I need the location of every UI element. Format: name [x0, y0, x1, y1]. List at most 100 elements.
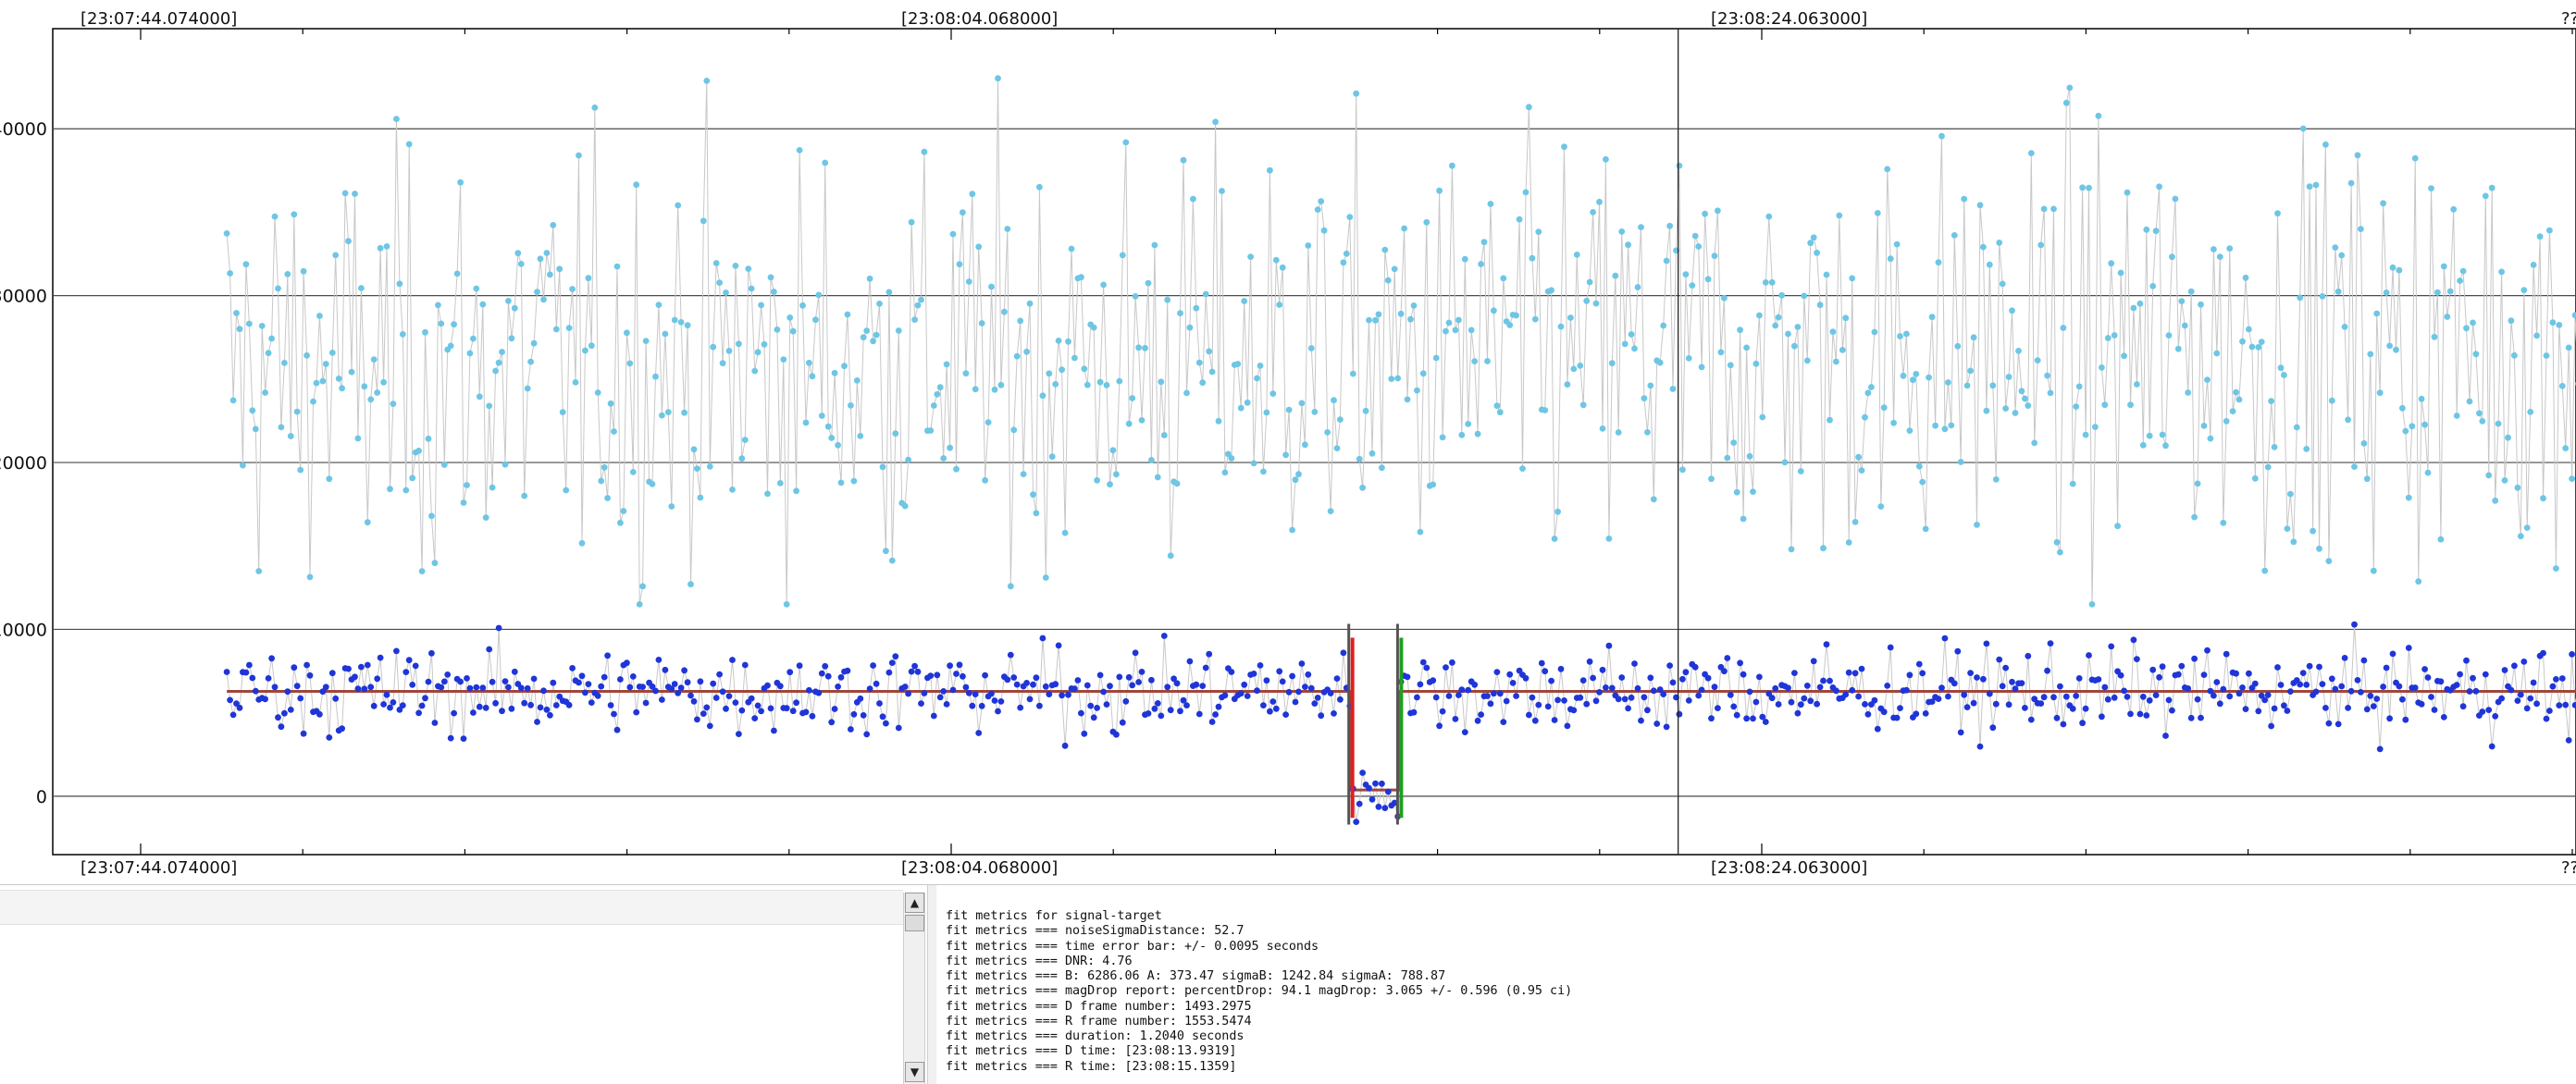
series-1-point: [1333, 445, 1341, 451]
series-2-point: [1116, 673, 1123, 681]
series-2-point: [1307, 684, 1315, 692]
series-2-point: [751, 715, 759, 721]
series-1-point: [470, 335, 477, 342]
series-1-point: [508, 335, 515, 342]
series-1-point: [607, 400, 614, 407]
series-2-point: [857, 695, 864, 702]
series-2-point: [457, 678, 464, 685]
series-2-point: [2428, 694, 2434, 700]
series-2-point: [694, 716, 700, 723]
series-2-point: [1874, 725, 1881, 733]
series-1-point: [1868, 384, 1875, 390]
series-2-point: [1852, 670, 1859, 677]
plot-frame[interactable]: [52, 28, 2576, 856]
series-2-point: [2530, 679, 2537, 686]
series-1-point: [1353, 90, 1360, 97]
series-1-point: [453, 270, 461, 277]
series-1-point: [1756, 312, 1763, 319]
series-1-point: [1992, 476, 2000, 483]
series-2-point: [936, 694, 944, 701]
series-1-point: [1913, 371, 1920, 377]
plot-panel[interactable]: 0 10000 20000 30000 40000 [23:07:44.074000] [2…: [0, 0, 2576, 884]
left-scrollbar[interactable]: ▲ ▼: [903, 893, 925, 1084]
series-2-point: [1845, 669, 1852, 676]
y-tick-label: 30000: [0, 287, 47, 307]
series-1-point: [1910, 376, 1916, 384]
series-1-point: [1295, 471, 1302, 478]
series-2-point: [764, 682, 771, 689]
series-1-point: [1180, 156, 1187, 164]
series-1-point: [2553, 565, 2559, 572]
series-1-point: [2281, 372, 2287, 378]
series-1-point: [2143, 226, 2150, 233]
series-1-point: [617, 519, 624, 526]
series-1-point: [1119, 252, 1126, 259]
series-1-point: [995, 75, 1001, 82]
series-1-point: [2334, 288, 2342, 295]
series-1-point: [1980, 243, 1987, 251]
series-1-point: [2501, 477, 2508, 484]
series-2-point: [681, 667, 687, 674]
series-2-point: [1557, 665, 1565, 672]
series-2-point: [1548, 677, 1554, 684]
series-1-point: [1023, 348, 1030, 355]
series-2-point: [1807, 697, 1814, 705]
series-2-point: [1052, 681, 1059, 688]
series-1-point: [492, 367, 499, 375]
series-1-point: [1999, 280, 2006, 288]
x-tick-label-bottom: [23:08:24.063000]: [1711, 858, 1867, 878]
series-1-point: [1890, 419, 1897, 426]
series-2-point: [1500, 719, 1507, 725]
series-1-point: [1033, 510, 1040, 517]
series-2-point: [1311, 700, 1319, 707]
series-2-point: [1938, 684, 1945, 692]
series-1-point: [841, 363, 848, 370]
series-1-point: [2287, 490, 2294, 498]
series-1-point: [2146, 432, 2153, 439]
series-1-point: [1186, 324, 1194, 331]
series-2-point: [870, 662, 876, 669]
series-2-point: [1746, 688, 1753, 696]
series-1-point: [1142, 344, 1148, 351]
series-2-point: [265, 675, 272, 682]
series-1-point: [1001, 308, 1008, 315]
series-2-point: [2479, 708, 2486, 715]
series-1-point: [1791, 342, 1798, 350]
series-1-point: [1042, 574, 1049, 581]
scroll-down-arrow-icon[interactable]: ▼: [905, 1062, 924, 1082]
series-1-point: [2402, 427, 2409, 435]
log-output-pane[interactable]: fit metrics for signal-target fit metrics…: [936, 885, 2576, 1084]
series-1-point: [2037, 241, 2045, 249]
series-1-point: [1750, 488, 1756, 495]
series-1-point: [860, 334, 867, 341]
left-list-pane[interactable]: [0, 885, 903, 1084]
series-1-point: [2178, 298, 2186, 304]
series-1-point: [2527, 409, 2534, 415]
series-1-point: [1327, 508, 1334, 514]
series-1-point: [677, 319, 685, 326]
series-1-point: [1577, 363, 1584, 369]
scroll-up-arrow-icon[interactable]: ▲: [905, 893, 924, 913]
series-1-point: [978, 320, 985, 326]
series-1-point: [576, 152, 582, 159]
series-2-point: [1634, 684, 1641, 692]
series-1-point: [1129, 395, 1136, 401]
series-1-point: [758, 302, 764, 309]
series-2-point: [1333, 675, 1341, 682]
series-1-point: [2248, 343, 2256, 351]
series-2-point: [352, 673, 358, 681]
series-2-point: [2376, 745, 2384, 753]
series-2-point: [2508, 686, 2515, 694]
series-1-point: [1419, 370, 1427, 377]
series-1-point: [1669, 386, 1677, 392]
series-1-point: [1733, 488, 1740, 496]
series-2-point: [953, 671, 960, 677]
light-curve-plot[interactable]: 0 10000 20000 30000 40000 [23:07:44.074000] [2…: [0, 0, 2576, 884]
scrollbar-thumb[interactable]: [905, 915, 924, 931]
series-1-point: [620, 508, 627, 514]
series-2-point: [2402, 716, 2409, 723]
series-2-point: [725, 693, 733, 699]
series-1-point: [2108, 260, 2115, 267]
series-2-point: [655, 657, 663, 663]
series-1-point: [1154, 474, 1161, 481]
